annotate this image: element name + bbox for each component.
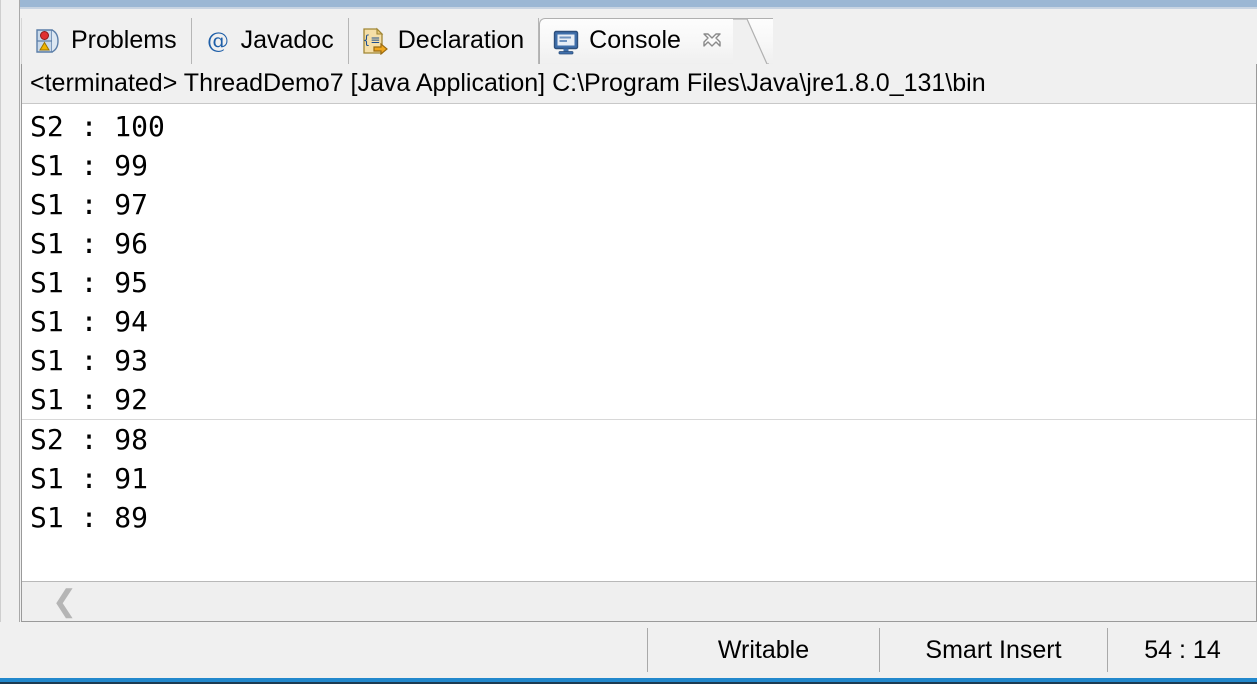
- tab-javadoc-label: Javadoc: [240, 25, 334, 54]
- console-line: S1 : 94: [30, 305, 149, 338]
- tab-console-slope-edge: [732, 18, 769, 65]
- console-line: S1 : 95: [30, 266, 149, 299]
- tab-console-label: Console: [589, 26, 681, 54]
- chevron-left-icon[interactable]: ❮: [52, 586, 77, 617]
- problems-icon: [34, 27, 62, 55]
- console-line: S2 : 100: [30, 110, 165, 143]
- console-line: S1 : 96: [30, 227, 149, 260]
- console-line: S1 : 92: [22, 380, 1256, 420]
- tab-declaration[interactable]: {≡ Declaration: [349, 18, 540, 64]
- tab-declaration-label: Declaration: [397, 25, 525, 54]
- console-panel: <terminated> ThreadDemo7 [Java Applicati…: [21, 64, 1257, 622]
- console-horizontal-scrollbar[interactable]: ❮: [22, 581, 1256, 621]
- tab-problems-label: Problems: [71, 25, 177, 54]
- close-icon[interactable]: [700, 30, 724, 54]
- console-line: S1 : 93: [30, 344, 149, 377]
- title-bar-accent-strip: [20, 0, 1257, 7]
- svg-text:@: @: [207, 29, 229, 54]
- console-line: S1 : 91: [30, 462, 149, 495]
- view-tab-strip: Problems @ Javadoc {≡ Declaration Consol…: [21, 18, 1257, 73]
- console-output[interactable]: S2 : 100 S1 : 99 S1 : 97 S1 : 96 S1 : 95…: [22, 105, 1256, 580]
- window-left-border: [0, 0, 20, 684]
- console-line: S1 : 89: [30, 501, 149, 534]
- tab-problems[interactable]: Problems: [21, 18, 192, 64]
- tab-console[interactable]: Console: [539, 18, 773, 65]
- console-line: S1 : 99: [30, 149, 149, 182]
- console-view-stack: Problems @ Javadoc {≡ Declaration Consol…: [21, 9, 1257, 622]
- javadoc-icon: @: [204, 27, 232, 55]
- console-line: S1 : 97: [30, 188, 149, 221]
- eclipse-console-window: Problems @ Javadoc {≡ Declaration Consol…: [0, 0, 1257, 684]
- svg-text:{≡: {≡: [362, 33, 380, 47]
- status-cursor-position: 54 : 14: [1107, 628, 1257, 672]
- status-bar: Writable Smart Insert 54 : 14: [0, 622, 1257, 678]
- tab-javadoc[interactable]: @ Javadoc: [192, 18, 349, 64]
- console-line: S2 : 98: [30, 423, 149, 456]
- declaration-icon: {≡: [361, 27, 389, 56]
- console-launch-header: <terminated> ThreadDemo7 [Java Applicati…: [22, 64, 1256, 104]
- status-writable: Writable: [647, 628, 879, 672]
- view-tab-list: Problems @ Javadoc {≡ Declaration Consol…: [21, 18, 773, 65]
- status-insert-mode: Smart Insert: [879, 628, 1107, 672]
- console-icon: [552, 28, 580, 56]
